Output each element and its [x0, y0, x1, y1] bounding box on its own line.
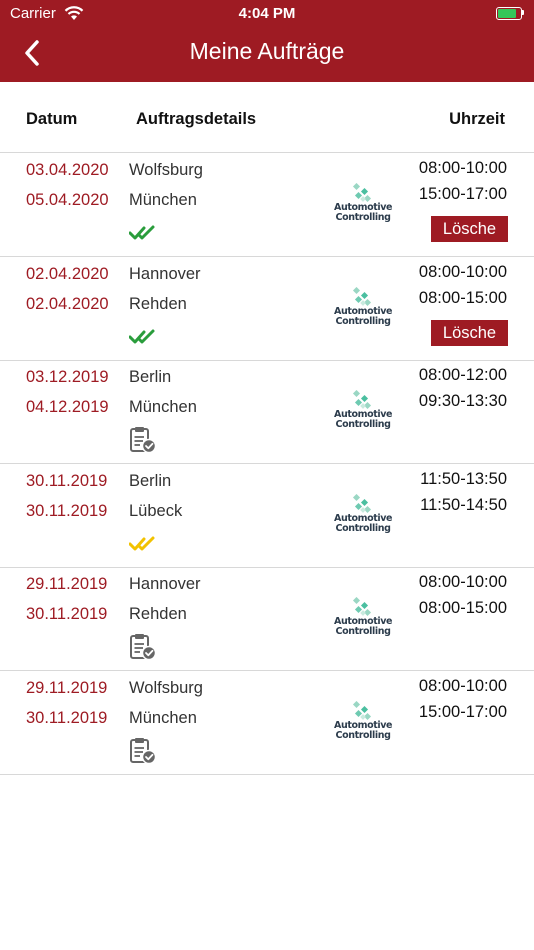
page-title: Meine Aufträge: [189, 38, 345, 64]
end-date: 30.11.2019: [26, 501, 108, 520]
logo-line2: Controlling: [335, 522, 391, 534]
delete-button[interactable]: Lösche: [431, 319, 508, 346]
double-check-yellow-icon: [128, 530, 159, 558]
delivery-time: 08:00-15:00: [418, 288, 507, 307]
order-row[interactable]: 30.11.2019 30.11.2019 Berlin Lübeck Automoti…: [0, 464, 534, 568]
delivery-city: München: [129, 191, 197, 209]
automotive-controlling-logo: Automotive Controlling: [334, 390, 392, 436]
pickup-time: 08:00-10:00: [418, 159, 507, 177]
automotive-controlling-logo: Automotive Controlling: [334, 700, 392, 747]
delete-button[interactable]: Lösche: [431, 216, 508, 242]
delivery-time: 08:00-15:00: [418, 599, 507, 617]
order-row[interactable]: 29.11.2019 30.11.2019 Hannover Rehden Automo…: [0, 567, 534, 671]
logo-line2: Controlling: [335, 626, 391, 637]
delivery-time: 09:30-13:30: [418, 392, 507, 410]
delivery-city: Rehden: [129, 605, 187, 623]
order-row[interactable]: 03.12.2019 04.12.2019 Berlin München Automot…: [0, 360, 534, 464]
pickup-city: Wolfsburg: [129, 161, 203, 179]
order-row[interactable]: 02.04.2020 02.04.2020 Hannover Rehden Automo…: [0, 257, 534, 361]
pickup-city: Berlin: [129, 471, 172, 490]
start-date: 29.11.2019: [26, 678, 108, 697]
pickup-time: 08:00-10:00: [418, 573, 507, 591]
logo-line2: Controlling: [335, 729, 391, 741]
battery-tip: [522, 10, 524, 15]
column-details: Auftragsdetails: [136, 110, 257, 128]
automotive-controlling-logo: Automotive Controlling: [334, 286, 392, 333]
start-date: 03.04.2020: [26, 161, 109, 179]
automotive-controlling-logo: Automotive Controlling: [334, 183, 392, 229]
order-row[interactable]: 29.11.2019 30.11.2019 Wolfsburg München Auto…: [0, 671, 534, 775]
double-check-green-icon: [128, 219, 159, 247]
delivery-city: Lübeck: [129, 501, 183, 520]
logo-line2: Controlling: [335, 315, 391, 327]
start-date: 02.04.2020: [26, 264, 109, 283]
column-date: Datum: [26, 110, 78, 128]
pickup-time: 08:00-12:00: [418, 366, 507, 384]
end-date: 04.12.2019: [26, 398, 109, 416]
end-date: 02.04.2020: [26, 294, 109, 313]
delivery-city: Rehden: [129, 294, 187, 313]
battery-icon: [496, 7, 522, 20]
pickup-city: Wolfsburg: [129, 678, 203, 697]
end-date: 05.04.2020: [26, 191, 109, 209]
clipboard-check-icon: [129, 426, 159, 454]
logo-line2: Controlling: [335, 419, 391, 430]
pickup-time: 08:00-10:00: [418, 676, 507, 695]
start-date: 03.12.2019: [26, 368, 109, 386]
order-row[interactable]: 03.04.2020 05.04.2020 Wolfsburg München Auto…: [0, 153, 534, 257]
start-date: 30.11.2019: [26, 471, 108, 490]
column-header: Datum Auftragsdetails Uhrzeit: [0, 82, 534, 153]
delivery-time: 15:00-17:00: [418, 185, 507, 203]
double-check-green-icon: [128, 323, 159, 351]
delivery-city: München: [129, 398, 197, 416]
status-bar: Carrier 4:04 PM: [0, 0, 534, 28]
logo-line2: Controlling: [335, 212, 391, 223]
delivery-city: München: [129, 708, 197, 727]
automotive-controlling-logo: Automotive Controlling: [334, 597, 392, 643]
automotive-controlling-logo: Automotive Controlling: [334, 493, 392, 540]
clipboard-check-icon: [129, 633, 159, 661]
end-date: 30.11.2019: [26, 605, 108, 623]
clipboard-check-icon: [129, 737, 159, 765]
delivery-time: 11:50-14:50: [420, 495, 507, 514]
end-date: 30.11.2019: [26, 708, 108, 727]
start-date: 29.11.2019: [26, 575, 108, 593]
pickup-city: Hannover: [129, 575, 201, 593]
pickup-city: Berlin: [129, 368, 172, 386]
column-time: Uhrzeit: [449, 110, 505, 128]
pickup-city: Hannover: [129, 264, 201, 283]
delivery-time: 15:00-17:00: [418, 702, 507, 721]
clock: 4:04 PM: [238, 5, 296, 22]
pickup-time: 11:50-13:50: [420, 469, 507, 488]
pickup-time: 08:00-10:00: [418, 262, 507, 281]
nav-header: Carrier 4:04 PM Meine Aufträge: [0, 0, 534, 82]
